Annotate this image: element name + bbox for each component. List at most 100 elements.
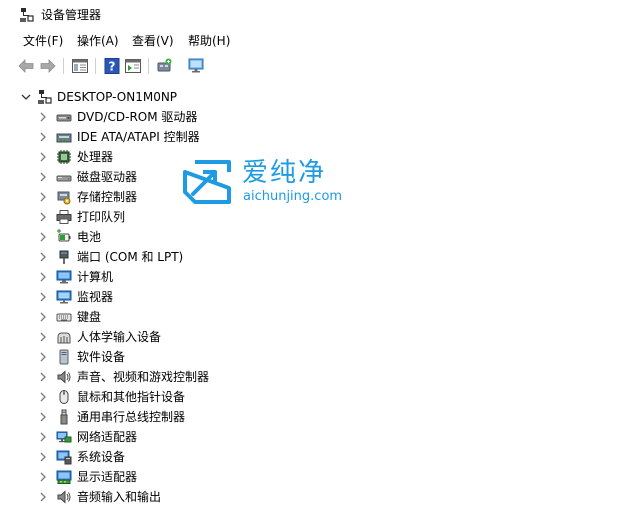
tree-item-label: 监视器 (77, 290, 114, 304)
tree-item-label: IDE ATA/ATAPI 控制器 (77, 130, 200, 144)
chevron-right-icon[interactable] (38, 312, 48, 322)
chevron-right-icon[interactable] (38, 392, 48, 402)
watermark: 爱纯净 aichunjing.com (181, 158, 351, 206)
tree-item-label: 通用串行总线控制器 (77, 410, 186, 424)
tree-item-label: 端口 (COM 和 LPT) (77, 250, 184, 264)
watermark-text-cn: 爱纯净 (242, 158, 327, 188)
tree-item[interactable]: 端口 (COM 和 LPT) (0, 247, 617, 267)
tree-item[interactable]: 人体学输入设备 (0, 327, 617, 347)
chevron-right-icon[interactable] (38, 472, 48, 482)
tree-item[interactable]: 网络适配器 (0, 427, 617, 447)
mouse-icon (59, 390, 69, 404)
chevron-right-icon[interactable] (38, 292, 48, 302)
tree-item-label: 处理器 (77, 150, 114, 164)
tree-root-label: DESKTOP-ON1M0NP (57, 90, 178, 104)
battery-icon (57, 229, 71, 242)
menu-bar: 文件(F) 操作(A) 查看(V) 帮助(H) (0, 31, 617, 51)
ide-controller-icon (56, 133, 72, 143)
tree-item-label: 显示适配器 (77, 470, 138, 484)
monitor-icon (56, 290, 72, 304)
tree-item-label: 网络适配器 (77, 430, 138, 444)
chevron-right-icon[interactable] (38, 452, 48, 462)
watermark-text-en: aichunjing.com (243, 189, 343, 204)
toolbar-separator (148, 58, 149, 74)
display-adapter-icon (56, 470, 72, 484)
chevron-right-icon[interactable] (38, 212, 48, 222)
tree-item-label: 系统设备 (77, 450, 126, 464)
software-device-icon (59, 349, 69, 365)
tree-item-label: 人体学输入设备 (77, 330, 162, 344)
menu-file[interactable]: 文件(F) (23, 33, 63, 49)
chevron-down-icon[interactable] (21, 92, 31, 102)
chevron-right-icon[interactable] (38, 352, 48, 362)
printer-icon (56, 210, 72, 224)
speaker-icon (57, 370, 71, 384)
tree-item[interactable]: DVD/CD-ROM 驱动器 (0, 107, 617, 127)
computer-tree-icon (38, 90, 52, 104)
chevron-right-icon[interactable] (38, 432, 48, 442)
tree-item[interactable]: 系统设备 (0, 447, 617, 467)
tree-item[interactable]: 键盘 (0, 307, 617, 327)
tree-item[interactable]: 打印队列 (0, 207, 617, 227)
port-icon (59, 250, 69, 264)
network-adapter-icon (56, 431, 72, 443)
tree-item[interactable]: 音频输入和输出 (0, 487, 617, 507)
title-bar: 设备管理器 (0, 0, 617, 30)
toolbar-separator (63, 58, 64, 74)
tree-item[interactable]: 声音、视频和游戏控制器 (0, 367, 617, 387)
show-hide-console-tree-icon[interactable] (71, 57, 89, 75)
toolbar-separator (95, 58, 96, 74)
tree-item[interactable]: 鼠标和其他指针设备 (0, 387, 617, 407)
help-icon[interactable]: ? (103, 57, 121, 75)
dvd-drive-icon (56, 114, 72, 122)
watermark-logo-icon (183, 160, 231, 204)
chevron-right-icon[interactable] (38, 152, 48, 162)
tree-item-label: DVD/CD-ROM 驱动器 (77, 110, 198, 124)
tree-item[interactable]: IDE ATA/ATAPI 控制器 (0, 127, 617, 147)
tree-item[interactable]: 计算机 (0, 267, 617, 287)
chevron-right-icon[interactable] (38, 192, 48, 202)
menu-help[interactable]: 帮助(H) (188, 33, 230, 49)
device-manager-icon (20, 8, 34, 22)
tree-item[interactable]: 通用串行总线控制器 (0, 407, 617, 427)
tree-root[interactable]: DESKTOP-ON1M0NP (0, 87, 617, 107)
toolbar: ? (0, 53, 617, 79)
hid-icon (57, 332, 71, 344)
chevron-right-icon[interactable] (38, 112, 48, 122)
action-pane-icon[interactable] (124, 57, 142, 75)
chevron-right-icon[interactable] (38, 332, 48, 342)
tree-item-label: 磁盘驱动器 (77, 170, 138, 184)
tree-item-label: 计算机 (77, 270, 114, 284)
audio-io-icon (57, 490, 71, 504)
keyboard-icon (56, 313, 72, 322)
scan-hardware-icon[interactable] (155, 57, 173, 75)
processor-icon (57, 150, 71, 164)
chevron-right-icon[interactable] (38, 132, 48, 142)
tree-item-label: 鼠标和其他指针设备 (77, 390, 186, 404)
tree-item-label: 软件设备 (77, 350, 126, 364)
tree-item-label: 打印队列 (77, 210, 126, 224)
window-title: 设备管理器 (41, 8, 102, 22)
menu-view[interactable]: 查看(V) (132, 33, 174, 49)
tree-item-label: 电池 (77, 230, 102, 244)
tree-item[interactable]: 软件设备 (0, 347, 617, 367)
tree-item[interactable]: 监视器 (0, 287, 617, 307)
back-arrow-icon[interactable] (17, 57, 35, 75)
device-tree: DESKTOP-ON1M0NP DVD/CD-ROM 驱动器 IDE ATA/AT… (0, 84, 617, 509)
forward-arrow-icon[interactable] (39, 57, 57, 75)
chevron-right-icon[interactable] (38, 372, 48, 382)
svg-text:?: ? (109, 60, 116, 74)
chevron-right-icon[interactable] (38, 492, 48, 502)
chevron-right-icon[interactable] (38, 412, 48, 422)
storage-controller-icon (57, 191, 71, 205)
chevron-right-icon[interactable] (38, 272, 48, 282)
chevron-right-icon[interactable] (38, 252, 48, 262)
monitor-icon[interactable] (187, 57, 205, 75)
chevron-right-icon[interactable] (38, 232, 48, 242)
menu-action[interactable]: 操作(A) (77, 33, 119, 49)
tree-item-label: 音频输入和输出 (77, 490, 162, 504)
tree-item[interactable]: 显示适配器 (0, 467, 617, 487)
chevron-right-icon[interactable] (38, 172, 48, 182)
usb-icon (60, 409, 68, 425)
tree-item[interactable]: 电池 (0, 227, 617, 247)
